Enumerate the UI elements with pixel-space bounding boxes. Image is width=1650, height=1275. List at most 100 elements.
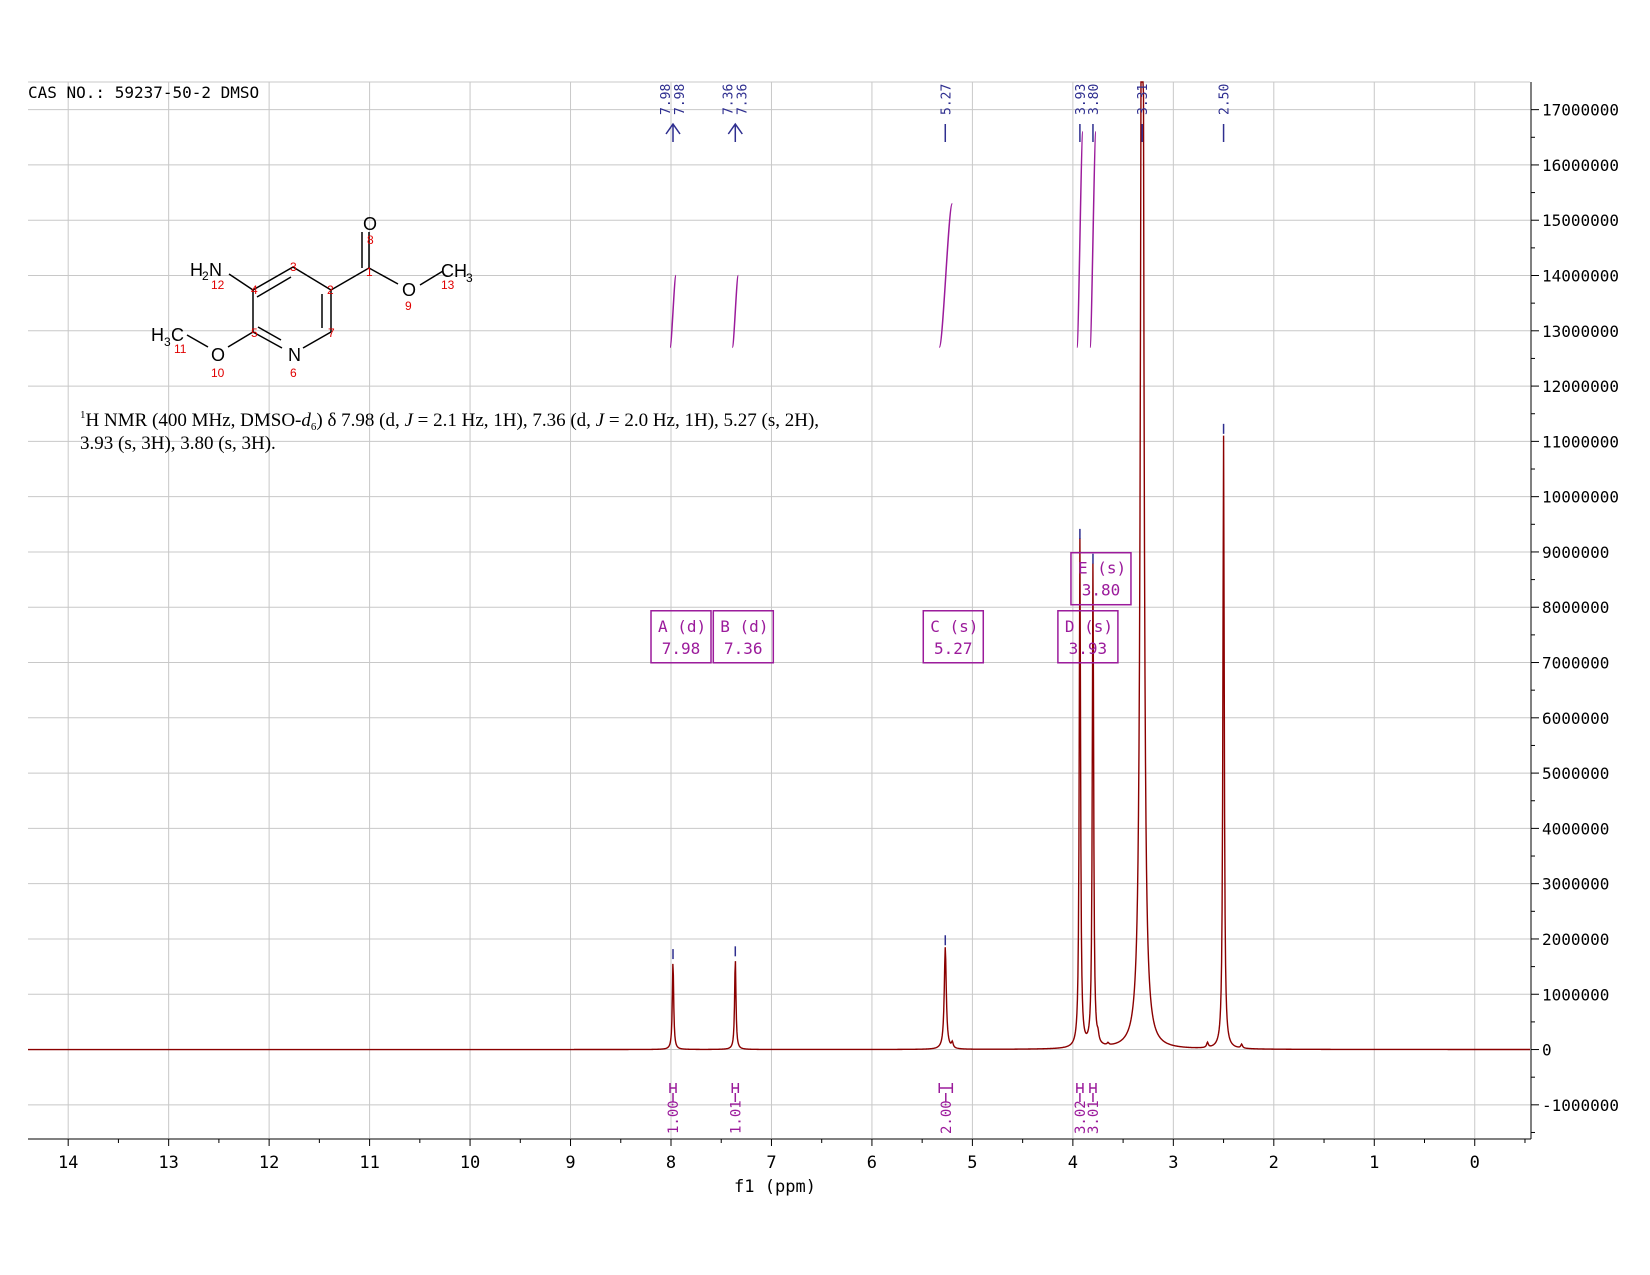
y-tick-label: 2000000 bbox=[1542, 930, 1609, 949]
y-tick-label: 12000000 bbox=[1542, 377, 1619, 396]
x-tick-label: 2 bbox=[1269, 1153, 1279, 1173]
x-tick-label: 3 bbox=[1168, 1153, 1178, 1173]
description-part-b: = 2.1 Hz, 1H), 7.36 (d, bbox=[413, 410, 596, 431]
multiplet-label: D (s) bbox=[1065, 617, 1113, 636]
atom-o-carbonyl: O bbox=[363, 214, 377, 234]
description-prefix: H NMR (400 MHz, DMSO- bbox=[86, 410, 302, 431]
atom-o-ester: O bbox=[402, 280, 416, 300]
y-tick-label: 10000000 bbox=[1542, 488, 1619, 507]
multiplet-label: B (d) bbox=[720, 617, 768, 636]
x-tick-label: 10 bbox=[460, 1153, 480, 1173]
y-tick-label: 3000000 bbox=[1542, 875, 1609, 894]
multiplet-shift: 3.93 bbox=[1069, 639, 1108, 658]
description-part-c: = 2.0 Hz, 1H), 5.27 (s, 2H), bbox=[604, 410, 819, 431]
x-tick-label: 11 bbox=[359, 1153, 379, 1173]
integral-value: 3.01 bbox=[1086, 1100, 1102, 1134]
atom-n-ring: N bbox=[288, 345, 301, 365]
atom-sub-2: 2 bbox=[202, 269, 209, 283]
x-tick-label: 12 bbox=[259, 1153, 279, 1173]
y-tick-label: 17000000 bbox=[1542, 101, 1619, 120]
description-part-a: ) δ 7.98 (d, bbox=[316, 410, 404, 431]
multiplet-label: E (s) bbox=[1078, 559, 1126, 578]
y-tick-label: 16000000 bbox=[1542, 156, 1619, 175]
atom-h3c: H bbox=[151, 325, 164, 345]
y-tick-label: 9000000 bbox=[1542, 543, 1609, 562]
atom-number-6: 6 bbox=[290, 366, 297, 380]
y-tick-label: 7000000 bbox=[1542, 654, 1609, 673]
peak-label: 7.98 bbox=[673, 84, 688, 115]
y-tick-label: 0 bbox=[1542, 1041, 1552, 1060]
atom-number-7: 7 bbox=[328, 326, 335, 340]
x-tick-label: 13 bbox=[158, 1153, 178, 1173]
multiplet-boxes: A (d) 7.98 B (d) 7.36 C (s) 5.27 D (s) 3.93 E (s… bbox=[650, 551, 1132, 664]
multiplet-shift: 3.80 bbox=[1082, 581, 1121, 600]
nmr-spectrum-chart: 14 13 12 11 10 9 8 7 6 5 4 3 2 1 0-1000000010000002000… bbox=[28, 81, 1619, 1197]
atom-sub-3-ester: 3 bbox=[466, 271, 473, 285]
atom-number-13: 13 bbox=[441, 278, 455, 292]
atom-number-12: 12 bbox=[211, 278, 225, 292]
x-tick-label: 4 bbox=[1068, 1153, 1078, 1173]
atom-number-4: 4 bbox=[251, 283, 258, 297]
x-tick-label: 8 bbox=[666, 1153, 676, 1173]
atom-number-5: 5 bbox=[251, 326, 258, 340]
x-axis-label: f1 (ppm) bbox=[734, 1177, 816, 1197]
x-tick-label: 0 bbox=[1470, 1153, 1480, 1173]
atom-number-10: 10 bbox=[211, 366, 225, 380]
y-tick-label: 1000000 bbox=[1542, 985, 1609, 1004]
atom-number-11: 11 bbox=[174, 342, 187, 356]
atom-n-amine: N bbox=[209, 260, 222, 280]
atom-sub-3-ether: 3 bbox=[164, 335, 171, 349]
integral-value: 1.01 bbox=[728, 1100, 744, 1134]
multiplet-label: C (s) bbox=[930, 617, 978, 636]
y-tick-label: 13000000 bbox=[1542, 322, 1619, 341]
integral-value: 1.00 bbox=[666, 1100, 682, 1134]
peak-label-bracket bbox=[665, 122, 681, 142]
cas-label: CAS NO.: 59237-50-2 DMSO bbox=[28, 83, 259, 102]
grid-lines bbox=[28, 81, 1530, 1138]
y-tick-label: 11000000 bbox=[1542, 432, 1619, 451]
y-tick-label: 8000000 bbox=[1542, 598, 1609, 617]
x-tick-label: 14 bbox=[58, 1153, 78, 1173]
peak-label: 5.27 bbox=[939, 84, 954, 115]
multiplet-shift: 7.36 bbox=[724, 639, 763, 658]
description-d: d bbox=[301, 410, 311, 431]
y-tick-label: -1000000 bbox=[1542, 1096, 1619, 1115]
y-tick-label: 4000000 bbox=[1542, 819, 1609, 838]
integral-value: 2.00 bbox=[939, 1100, 955, 1134]
atom-number-1: 1 bbox=[366, 265, 373, 279]
integral-curve bbox=[731, 274, 740, 349]
description-line-1: 1H NMR (400 MHz, DMSO-d6) δ 7.98 (d, J =… bbox=[80, 409, 819, 433]
peak-label-bracket bbox=[727, 122, 743, 142]
spectrum-trace bbox=[28, 81, 1530, 1051]
multiplet-shift: 7.98 bbox=[662, 639, 701, 658]
peak-label: 7.98 bbox=[659, 84, 674, 115]
atom-number-9: 9 bbox=[405, 299, 412, 313]
spectrum-line bbox=[28, 81, 1530, 1051]
peak-label: 3.80 bbox=[1087, 84, 1102, 115]
peak-label: 7.36 bbox=[735, 84, 750, 115]
x-tick-label: 5 bbox=[967, 1153, 977, 1173]
y-tick-label: 5000000 bbox=[1542, 764, 1609, 783]
y-tick-label: 6000000 bbox=[1542, 709, 1609, 728]
y-tick-label: 14000000 bbox=[1542, 267, 1619, 286]
x-tick-label: 9 bbox=[565, 1153, 575, 1173]
atom-number-8: 8 bbox=[367, 233, 374, 247]
peak-label: 3.31 bbox=[1136, 84, 1151, 115]
y-tick-label: 15000000 bbox=[1542, 211, 1619, 230]
integral-curve bbox=[1089, 131, 1097, 349]
x-tick-label: 1 bbox=[1369, 1153, 1379, 1173]
peak-label: 7.36 bbox=[721, 84, 736, 115]
nmr-description: 1H NMR (400 MHz, DMSO-d6) δ 7.98 (d, J =… bbox=[80, 409, 819, 454]
x-tick-label: 7 bbox=[766, 1153, 776, 1173]
atom-o-ether: O bbox=[211, 345, 225, 365]
x-tick-label: 6 bbox=[867, 1153, 877, 1173]
axes: 14 13 12 11 10 9 8 7 6 5 4 3 2 1 0-1000000010000002000… bbox=[28, 82, 1619, 1173]
molecule-structure: H 2 N CH 3 H 3 C O O O N 1 2 3 4 5 6 7 8… bbox=[151, 214, 473, 380]
description-line-2: 3.93 (s, 3H), 3.80 (s, 3H). bbox=[80, 433, 276, 454]
integral-curve bbox=[1076, 131, 1084, 349]
peak-label: 2.50 bbox=[1218, 84, 1233, 115]
atom-number-3: 3 bbox=[290, 260, 297, 274]
multiplet-shift: 5.27 bbox=[934, 639, 973, 658]
multiplet-label: A (d) bbox=[658, 617, 706, 636]
atom-number-2: 2 bbox=[327, 283, 334, 297]
